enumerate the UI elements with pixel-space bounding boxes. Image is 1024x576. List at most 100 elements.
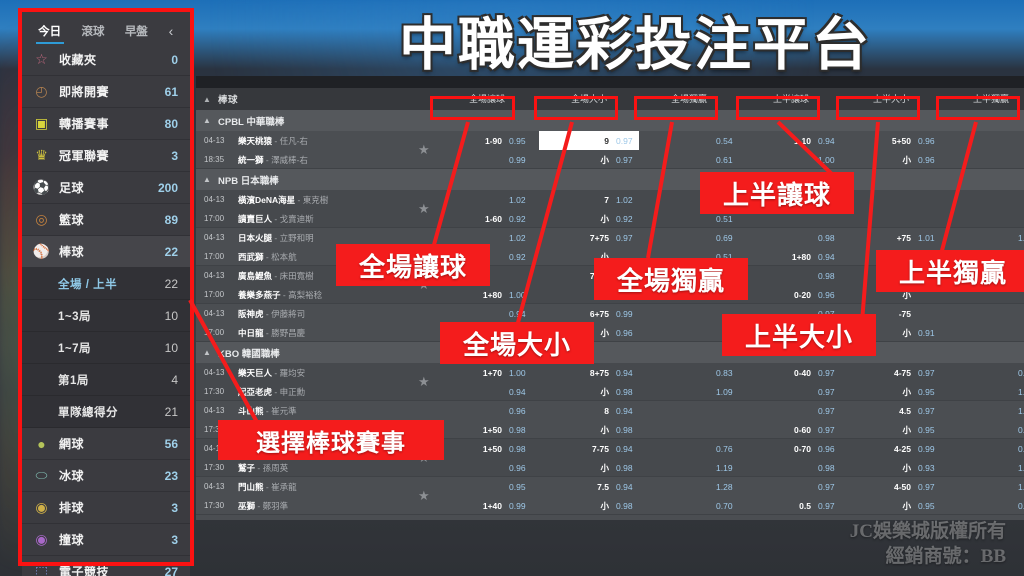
odds-cell-fullgame_handicap-a[interactable]: 1.02 xyxy=(432,190,532,209)
league-header[interactable]: ▲ NPB 日本職棒 xyxy=(196,169,1024,190)
sidebar-item-即將開賽[interactable]: ◴ 即將開賽 61 xyxy=(22,76,190,108)
odds-cell-firsthalf_handicap-b[interactable]: 0.5 0.97 xyxy=(741,496,841,515)
odds-cell-firsthalf_totals-a[interactable]: 5+50 0.96 xyxy=(841,131,941,150)
sidebar-item-足球[interactable]: ⚽ 足球 200 xyxy=(22,172,190,204)
tab-live[interactable]: 滾球 xyxy=(71,23,114,44)
odds-cell-fullgame_handicap-a[interactable]: 1-90 0.95 xyxy=(432,131,532,150)
sidebar-subitem-單隊總得分[interactable]: 單隊總得分 21 xyxy=(22,396,190,428)
sidebar-subitem-1~7局[interactable]: 1~7局 10 xyxy=(22,332,190,364)
odds-cell-fullgame_totals-a[interactable]: 7+75 0.97 xyxy=(539,228,639,247)
odds-cell-firsthalf_handicap-a[interactable]: 0.97 xyxy=(741,477,841,496)
collapse-league-icon[interactable]: ▲ xyxy=(196,175,218,184)
league-header[interactable]: ▲ KBO 韓國職棒 xyxy=(196,342,1024,363)
chevron-left-icon[interactable]: ‹ xyxy=(158,23,184,44)
odds-cell-fullgame_moneyline-a[interactable]: 1.28 xyxy=(639,477,739,496)
odds-cell-firsthalf_totals-a[interactable]: 4-25 0.99 xyxy=(841,439,941,458)
odds-cell-fullgame_moneyline-b[interactable]: 0.61 xyxy=(639,150,739,169)
odds-cell-fullgame_totals-b[interactable]: 小 0.98 xyxy=(539,496,639,515)
favorite-star-icon[interactable]: ★ xyxy=(418,142,430,158)
odds-cell-fullgame_totals-a[interactable]: 7-75 0.94 xyxy=(539,439,639,458)
sidebar-subitem-第1局[interactable]: 第1局 4 xyxy=(22,364,190,396)
odds-cell-firsthalf_moneyline-b[interactable]: 1.19 xyxy=(941,458,1024,477)
odds-cell-firsthalf_moneyline-a[interactable]: 0.80 xyxy=(941,363,1024,382)
odds-cell-firsthalf_handicap-a[interactable]: 0.98 xyxy=(741,228,841,247)
sidebar-item-棒球[interactable]: ⚾ 棒球 22 xyxy=(22,236,190,268)
sidebar-item-電子競技[interactable]: ⬚ 電子競技 27 xyxy=(22,556,190,576)
odds-cell-firsthalf_handicap-a[interactable]: 0-40 0.97 xyxy=(741,363,841,382)
collapse-sport-icon[interactable]: ▲ xyxy=(196,95,218,104)
odds-cell-fullgame_moneyline-b[interactable]: 1.09 xyxy=(639,382,739,401)
odds-cell-fullgame_handicap-b[interactable]: 0.94 xyxy=(432,382,532,401)
odds-cell-firsthalf_moneyline-b[interactable]: 1.13 xyxy=(941,382,1024,401)
odds-cell-fullgame_handicap-a[interactable]: 1+70 1.00 xyxy=(432,363,532,382)
league-header[interactable]: ▲ CPBL 中華職棒 xyxy=(196,110,1024,131)
odds-cell-firsthalf_totals-b[interactable]: 小 0.95 xyxy=(841,496,941,515)
odds-cell-firsthalf_totals-b[interactable]: 小 0.95 xyxy=(841,382,941,401)
odds-cell-fullgame_totals-a[interactable]: 7.5 0.94 xyxy=(539,477,639,496)
odds-cell-fullgame_totals-b[interactable]: 小 0.98 xyxy=(539,420,639,439)
odds-cell-firsthalf_handicap-a[interactable]: 1-10 0.94 xyxy=(741,131,841,150)
odds-cell-firsthalf_totals-a[interactable]: +75 1.01 xyxy=(841,228,941,247)
odds-cell-fullgame_totals-b[interactable]: 小 0.98 xyxy=(539,458,639,477)
table-row[interactable]: 04-13 樂天桃猿 - 任凡-右 1-90 0.95 9 0.97 0.54 1-10 0.9… xyxy=(196,131,1024,169)
sidebar-item-轉播賽事[interactable]: ▣ 轉播賽事 80 xyxy=(22,108,190,140)
odds-cell-firsthalf_handicap-a[interactable]: 0.97 xyxy=(741,401,841,420)
odds-cell-fullgame_moneyline-b[interactable]: 1.19 xyxy=(639,458,739,477)
odds-cell-fullgame_handicap-b[interactable]: 1+40 0.99 xyxy=(432,496,532,515)
odds-cell-firsthalf_totals-a[interactable]: 4-50 0.97 xyxy=(841,477,941,496)
table-row[interactable]: 04-13阪神虎 - 伊藤將司0.946+750.990.97-7517:00中… xyxy=(196,304,1024,342)
odds-cell-fullgame_handicap-b[interactable]: 1-60 0.92 xyxy=(432,209,532,228)
odds-cell-fullgame_totals-a[interactable]: 7 1.02 xyxy=(539,190,639,209)
sidebar-item-籃球[interactable]: ◎ 籃球 89 xyxy=(22,204,190,236)
odds-cell-fullgame_totals-b[interactable]: 小 0.98 xyxy=(539,382,639,401)
table-row[interactable]: 04-13 樂天巨人 - 羅均安 1+70 1.00 8+75 0.94 0.83 0-40 0… xyxy=(196,363,1024,401)
odds-cell-fullgame_totals-a[interactable]: 8 0.94 xyxy=(539,401,639,420)
table-row[interactable]: 04-13 門山熊 - 崔承龍 0.95 7.5 0.94 1.28 0.97 4-50 0.9… xyxy=(196,477,1024,515)
favorite-star-icon[interactable]: ★ xyxy=(418,201,430,217)
odds-cell-firsthalf_handicap-b[interactable]: 0-60 0.97 xyxy=(741,420,841,439)
favorite-star-icon[interactable]: ★ xyxy=(418,488,430,504)
sidebar-subitem-全場 / 上半[interactable]: 全場 / 上半 22 xyxy=(22,268,190,300)
sidebar-item-排球[interactable]: ◉ 排球 3 xyxy=(22,492,190,524)
odds-cell-fullgame_totals-b[interactable]: 小 0.97 xyxy=(539,150,639,169)
odds-cell-firsthalf_totals-a[interactable]: 4-75 0.97 xyxy=(841,363,941,382)
sidebar-item-網球[interactable]: ● 網球 56 xyxy=(22,428,190,460)
odds-cell-firsthalf_totals-b[interactable]: 小 0.96 xyxy=(841,150,941,169)
odds-cell-fullgame_handicap-b[interactable]: 1+50 0.98 xyxy=(432,420,532,439)
odds-cell-firsthalf_handicap-b[interactable]: 0-20 0.96 xyxy=(741,285,841,304)
odds-cell-fullgame_moneyline-a[interactable]: 0.69 xyxy=(639,228,739,247)
sidebar-item-冰球[interactable]: ⬭ 冰球 23 xyxy=(22,460,190,492)
tab-today[interactable]: 今日 xyxy=(28,23,71,44)
odds-cell-firsthalf_moneyline-a[interactable]: 1.56 xyxy=(941,228,1024,247)
collapse-league-icon[interactable]: ▲ xyxy=(196,348,218,357)
odds-cell-firsthalf_moneyline-b[interactable]: 0.64 xyxy=(941,496,1024,515)
odds-cell-fullgame_moneyline-b[interactable]: 0.70 xyxy=(639,496,739,515)
odds-cell-firsthalf_handicap-a[interactable]: 0-70 0.96 xyxy=(741,439,841,458)
sidebar-item-冠軍聯賽[interactable]: ♛ 冠軍聯賽 3 xyxy=(22,140,190,172)
odds-cell-fullgame_handicap-a[interactable]: 0.96 xyxy=(432,401,532,420)
odds-cell-fullgame_totals-a[interactable]: 8+75 0.94 xyxy=(539,363,639,382)
table-row[interactable]: 04-13橫濱DeNA海星 - 東克樹1.0271.020.6917:00讀賣巨… xyxy=(196,190,1024,228)
odds-cell-fullgame_totals-a[interactable]: 9 0.97 xyxy=(539,131,639,150)
odds-cell-fullgame_handicap-a[interactable]: 1+50 0.98 xyxy=(432,439,532,458)
sidebar-item-收藏夾[interactable]: ☆ 收藏夾 0 xyxy=(22,44,190,76)
sidebar-subitem-1~3局[interactable]: 1~3局 10 xyxy=(22,300,190,332)
odds-cell-firsthalf_handicap-b[interactable]: 0.98 xyxy=(741,458,841,477)
sidebar-item-撞球[interactable]: ◉ 撞球 3 xyxy=(22,524,190,556)
tab-early[interactable]: 早盤 xyxy=(115,23,158,44)
odds-cell-fullgame_moneyline-a[interactable]: 0.54 xyxy=(639,131,739,150)
odds-cell-firsthalf_handicap-a[interactable]: 0.98 xyxy=(741,266,841,285)
odds-cell-firsthalf_handicap-b[interactable]: 1.00 xyxy=(741,150,841,169)
favorite-star-icon[interactable]: ★ xyxy=(418,374,430,390)
odds-cell-fullgame_moneyline-a[interactable]: 0.83 xyxy=(639,363,739,382)
odds-cell-fullgame_handicap-a[interactable]: 0.95 xyxy=(432,477,532,496)
odds-cell-fullgame_moneyline-a[interactable]: 0.76 xyxy=(639,439,739,458)
odds-cell-fullgame_handicap-a[interactable]: 0.94 xyxy=(432,304,532,323)
odds-cell-fullgame_totals-a[interactable]: 6+75 0.99 xyxy=(539,304,639,323)
collapse-league-icon[interactable]: ▲ xyxy=(196,116,218,125)
odds-cell-firsthalf_totals-b[interactable]: 小 0.93 xyxy=(841,458,941,477)
odds-cell-firsthalf_handicap-b[interactable]: 1+80 0.94 xyxy=(741,247,841,266)
odds-cell-fullgame_totals-b[interactable]: 小 0.92 xyxy=(539,209,639,228)
odds-cell-firsthalf_moneyline-a[interactable]: 0.76 xyxy=(941,439,1024,458)
odds-cell-firsthalf_totals-a[interactable]: 4.5 0.97 xyxy=(841,401,941,420)
